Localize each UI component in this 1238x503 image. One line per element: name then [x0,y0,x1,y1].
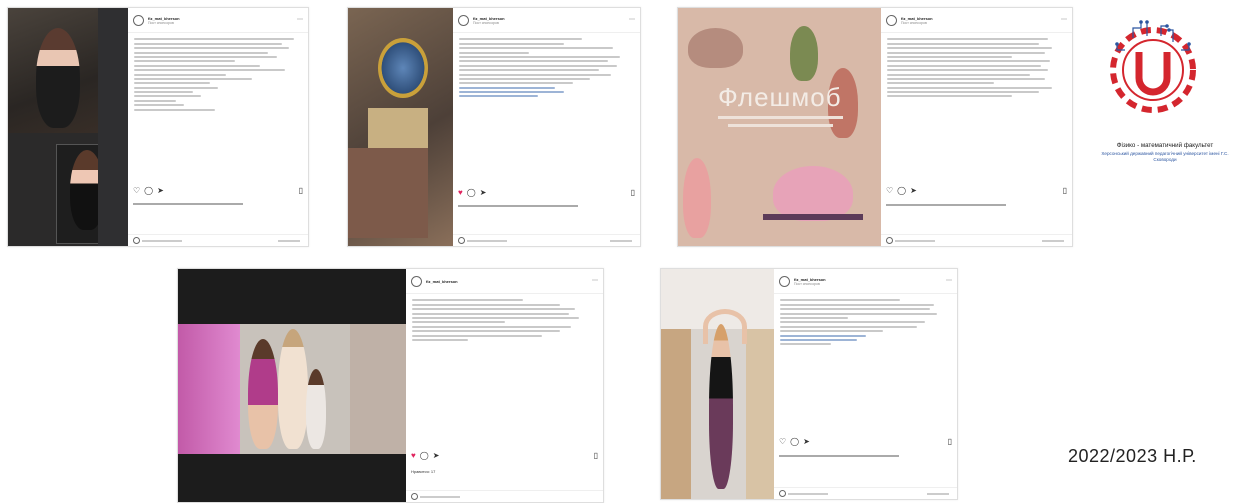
comment-icon[interactable]: ◯ [897,186,906,195]
bookmark-icon[interactable]: ▯ [631,188,635,197]
account-subtitle: Пост спонсоров [901,20,927,25]
account-name[interactable]: fiz_mat_kherson [426,279,458,284]
comment-field[interactable] [774,487,957,499]
avatar[interactable] [411,275,422,287]
post-caption [453,33,640,103]
share-icon[interactable]: ➤ [803,437,810,446]
post-3-poster[interactable]: Флешмоб [678,8,881,246]
likes-line [133,203,243,205]
likes-count: Нравится: 17 [411,469,436,474]
logo-subcaption: Херсонський державний педагогічний уніве… [1101,151,1229,162]
more-options-icon[interactable]: ⋯ [297,17,303,23]
account-name[interactable]: fiz_mat_kherson [148,16,180,21]
avatar[interactable] [133,14,144,26]
share-icon[interactable]: ➤ [910,186,917,195]
account-name[interactable]: fiz_mat_kherson [794,277,826,282]
academic-year-label: 2022/2023 Н.Р. [1068,446,1197,466]
comment-icon[interactable]: ◯ [790,437,799,446]
post-4-video[interactable] [178,269,406,502]
comment-field[interactable] [128,234,308,246]
heart-icon[interactable]: ♥ [411,451,416,460]
post-2-video[interactable] [348,8,453,246]
more-options-icon[interactable]: ⋯ [592,278,598,284]
post-card-4[interactable]: fiz_mat_kherson ⋯ ♥ ◯ ➤ ▯ Нравится: 17 [177,268,604,503]
logo-caption: Фізико - математичний факультет [1116,142,1214,149]
post-caption [128,33,308,116]
account-name[interactable]: fiz_mat_kherson [473,16,505,21]
comment-icon[interactable]: ◯ [420,451,429,460]
post-caption [774,294,957,351]
likes-line [458,205,578,207]
share-icon[interactable]: ➤ [480,188,487,197]
more-options-icon[interactable]: ⋯ [946,278,952,284]
post-card-5[interactable]: fiz_mat_kherson Пост спонсоров ⋯ ♡ ◯ ➤ ▯ [660,268,958,500]
post-caption [881,33,1072,103]
bookmark-icon[interactable]: ▯ [594,451,598,460]
share-icon[interactable]: ➤ [157,186,164,195]
post-3-pane: fiz_mat_kherson Пост спонсоров ⋯ ♡ ◯ ➤ ▯ [881,8,1072,246]
heart-icon[interactable]: ♡ [886,186,893,195]
comment-field[interactable] [406,490,603,502]
account-name[interactable]: fiz_mat_kherson [901,16,933,21]
post-4-pane: fiz_mat_kherson ⋯ ♥ ◯ ➤ ▯ Нравится: 17 [406,269,603,502]
post-2-pane: fiz_mat_kherson Пост спонсоров ⋯ ♥ ◯ ➤ ▯ [453,8,640,246]
comment-field[interactable] [453,234,640,246]
comment-icon[interactable]: ◯ [144,186,153,195]
post-1-video[interactable] [8,8,128,246]
share-icon[interactable]: ➤ [433,451,440,460]
post-card-1[interactable]: fiz_mat_kherson Пост спонсоров ⋯ ♡ ◯ ➤ ▯ [7,7,309,247]
account-subtitle: Пост спонсоров [473,20,499,25]
avatar[interactable] [886,14,897,26]
avatar[interactable] [779,275,790,287]
post-card-3[interactable]: Флешмоб fiz_mat_kherson Пост спонсоров ⋯… [677,7,1073,247]
post-5-pane: fiz_mat_kherson Пост спонсоров ⋯ ♡ ◯ ➤ ▯ [774,269,957,499]
poster-title: Флешмоб [718,82,842,112]
likes-line [886,204,1006,206]
bookmark-icon[interactable]: ▯ [299,186,303,195]
likes-line [779,455,899,457]
avatar[interactable] [458,14,469,26]
comment-icon[interactable]: ◯ [467,188,476,197]
heart-icon[interactable]: ♡ [133,186,140,195]
account-subtitle: Пост спонсоров [148,20,174,25]
more-options-icon[interactable]: ⋯ [629,17,635,23]
bookmark-icon[interactable]: ▯ [948,437,952,446]
post-5-video[interactable] [661,269,774,499]
more-options-icon[interactable]: ⋯ [1061,17,1067,23]
comment-field[interactable] [881,234,1072,246]
heart-icon[interactable]: ♡ [779,437,786,446]
heart-icon[interactable]: ♥ [458,188,463,197]
post-1-pane: fiz_mat_kherson Пост спонсоров ⋯ ♡ ◯ ➤ ▯ [128,8,308,246]
account-subtitle: Пост спонсоров [794,281,820,286]
post-caption [406,294,603,346]
post-card-2[interactable]: fiz_mat_kherson Пост спонсоров ⋯ ♥ ◯ ➤ ▯ [347,7,641,247]
bookmark-icon[interactable]: ▯ [1063,186,1067,195]
